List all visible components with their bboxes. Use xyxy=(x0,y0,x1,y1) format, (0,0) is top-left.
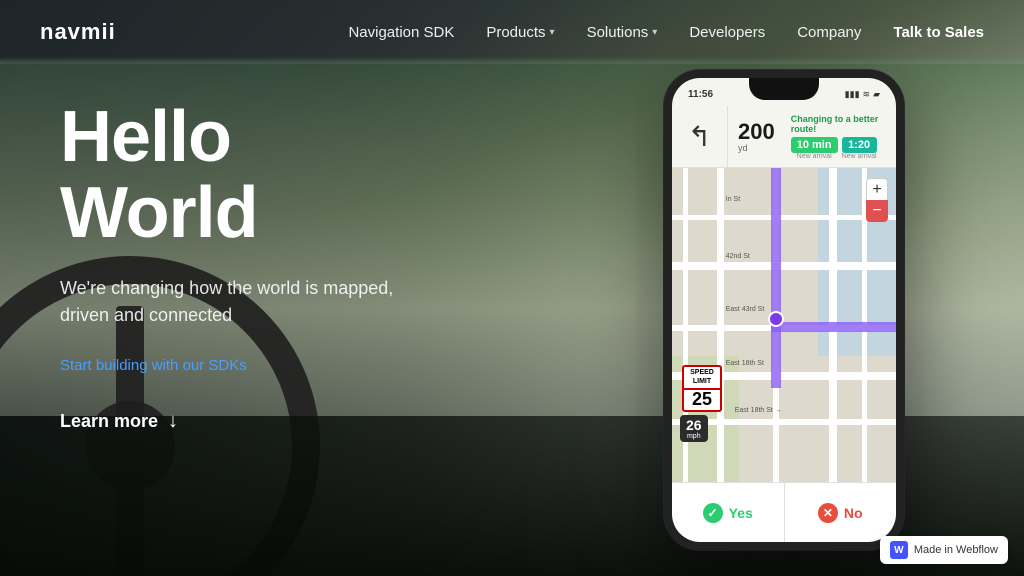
learn-more-button[interactable]: Learn more ↓ xyxy=(60,410,480,433)
turn-direction: ↰ xyxy=(672,106,728,167)
nav-item-navigation-sdk[interactable]: Navigation SDK xyxy=(348,24,454,41)
no-label: No xyxy=(844,505,863,521)
nav-item-talk-to-sales[interactable]: Talk to Sales xyxy=(893,24,984,41)
phone-action-bar: ✓ Yes ✕ No xyxy=(672,482,896,542)
street-label: East 43rd St xyxy=(726,306,765,313)
yes-button[interactable]: ✓ Yes xyxy=(672,483,785,542)
webflow-icon: W xyxy=(890,541,908,559)
route-card-time2: 1:20 New arrival xyxy=(842,137,877,160)
phone-mockup: 11:56 ▮▮▮ ≋ ▰ ↰ 200 yd Changing to a bet… xyxy=(644,70,924,560)
zoom-controls: + − xyxy=(866,178,888,222)
speed-limit-value: 25 xyxy=(682,390,722,412)
nav-item-products[interactable]: Products ▾ xyxy=(486,24,554,41)
phone-time: 11:56 xyxy=(688,89,713,100)
sdk-link[interactable]: Start building with our SDKs xyxy=(60,357,480,374)
learn-more-label: Learn more xyxy=(60,411,158,432)
map-street xyxy=(717,168,724,482)
navbar: navmii Navigation SDK Products ▾ Solutio… xyxy=(0,0,1024,64)
down-arrow-icon: ↓ xyxy=(168,410,178,433)
nav-distance: 200 yd xyxy=(728,106,785,167)
chevron-down-icon: ▾ xyxy=(652,27,657,38)
turn-arrow-icon: ↰ xyxy=(688,120,711,153)
phone-frame: 11:56 ▮▮▮ ≋ ▰ ↰ 200 yd Changing to a bet… xyxy=(664,70,904,550)
nav-item-solutions[interactable]: Solutions ▾ xyxy=(587,24,658,41)
hero-subtitle: We're changing how the world is mapped, … xyxy=(60,275,400,329)
street-label: East 18th St xyxy=(726,360,764,367)
signal-icon: ▮▮▮ xyxy=(845,89,860,100)
speed-limit-sign: SPEEDLIMIT 25 xyxy=(682,365,722,412)
route-line-vertical xyxy=(771,168,781,388)
route-prompt: Changing to a better route! xyxy=(791,114,890,134)
chevron-down-icon: ▾ xyxy=(550,27,555,38)
route-position-dot xyxy=(768,311,784,327)
wifi-icon: ≋ xyxy=(863,89,871,100)
nav-links: Navigation SDK Products ▾ Solutions ▾ De… xyxy=(348,24,984,41)
hero-title: Hello World xyxy=(60,100,480,251)
webflow-badge[interactable]: W Made in Webflow xyxy=(880,536,1008,564)
distance-unit: yd xyxy=(738,143,775,153)
battery-icon: ▰ xyxy=(873,89,880,100)
no-button[interactable]: ✕ No xyxy=(785,483,897,542)
speed-limit-label: SPEEDLIMIT xyxy=(682,365,722,390)
turn-by-turn-header: ↰ 200 yd Changing to a better route! 10 … xyxy=(672,106,896,168)
nav-item-company[interactable]: Company xyxy=(797,24,861,41)
webflow-label: Made in Webflow xyxy=(914,544,998,556)
route-line-horizontal xyxy=(771,322,896,332)
yes-label: Yes xyxy=(729,505,753,521)
street-label: 42nd St xyxy=(726,253,750,260)
current-speed: 26 mph xyxy=(680,415,708,442)
phone-notch xyxy=(749,78,819,100)
hero-content: Hello World We're changing how the world… xyxy=(60,100,480,433)
route-time-cards: 10 min New arrival 1:20 New arrival xyxy=(791,137,890,160)
zoom-in-button[interactable]: + xyxy=(866,178,888,200)
check-icon: ✓ xyxy=(703,503,723,523)
phone-status-icons: ▮▮▮ ≋ ▰ xyxy=(845,89,880,100)
route-card-time1: 10 min New arrival xyxy=(791,137,838,160)
distance-value: 200 xyxy=(738,121,775,143)
x-icon: ✕ xyxy=(818,503,838,523)
nav-item-developers[interactable]: Developers xyxy=(689,24,765,41)
phone-map: In St 42nd St East 43rd St East 18th St … xyxy=(672,168,896,482)
street-label: In St xyxy=(726,196,740,203)
zoom-out-button[interactable]: − xyxy=(866,200,888,222)
brand-logo[interactable]: navmii xyxy=(40,19,116,45)
street-label: East 18th St → xyxy=(735,407,782,414)
